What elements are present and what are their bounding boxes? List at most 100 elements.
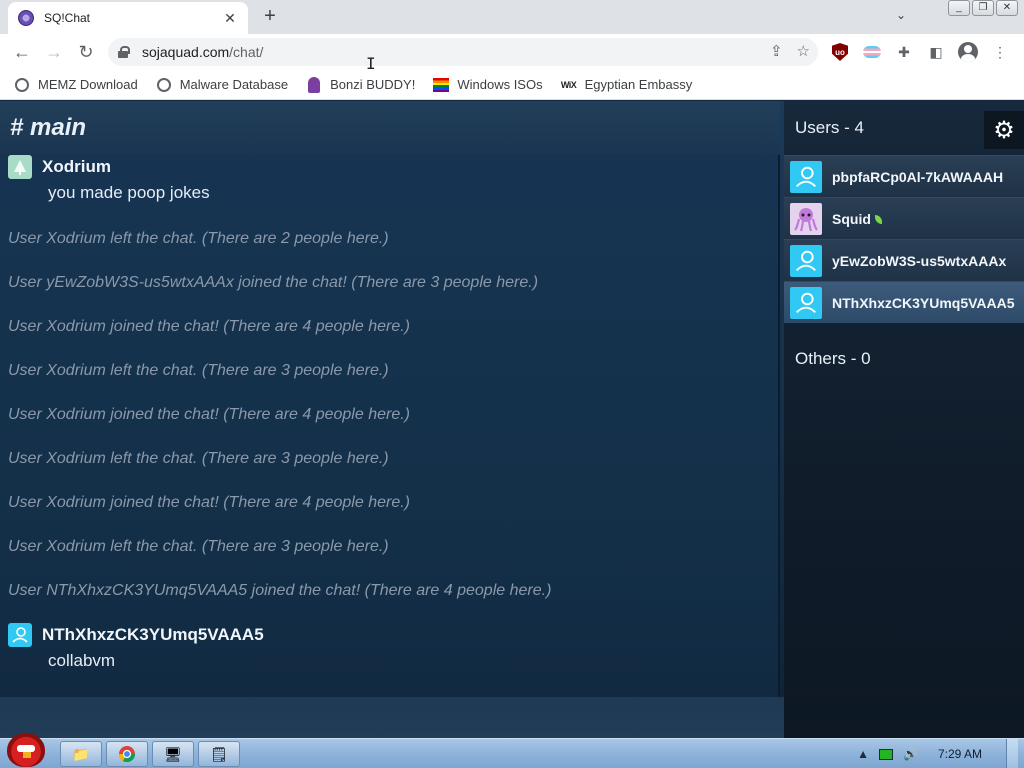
close-tab-icon[interactable]: ✕ [222,10,238,27]
wix-icon: WiX [560,79,577,90]
restore-button[interactable]: ❐ [972,0,994,16]
bookmark-bonzi-buddy[interactable]: Bonzi BUDDY! [306,76,416,93]
settings-gear-icon[interactable]: ⚙ [984,111,1024,149]
system-message: User yEwZobW3S-us5wtxAAAx joined the cha… [8,274,539,291]
volume-icon[interactable]: 🔊 [903,747,918,761]
bookmark-star-icon[interactable]: ☆ [797,42,810,60]
bonzi-icon [306,76,322,93]
show-desktop-button[interactable] [1006,739,1018,768]
lock-icon[interactable] [118,46,130,58]
trans-flag-extension-icon[interactable] [862,42,882,62]
profile-avatar [958,42,978,62]
tab-strip: SQ!Chat ✕ + ⌄ _ ❐ ✕ [0,0,1024,34]
bookmark-label: Egyptian Embassy [584,77,693,92]
clock[interactable]: 7:29 AM [938,747,982,761]
tab-search-icon[interactable]: ⌄ [896,8,906,22]
bookmark-label: Malware Database [179,77,289,92]
taskbar-chrome-button[interactable] [106,741,148,767]
window-controls: _ ❐ ✕ [948,0,1018,16]
system-tray: ▲ 🔊 7:29 AM [857,739,1024,768]
side-panel-icon[interactable]: ◧ [926,42,946,62]
message-username[interactable]: NThXhxzCK3YUmq5VAAA5 [42,625,264,645]
extensions-area: uo ✚ ◧ ⋮ [830,42,1010,62]
browser-menu-icon[interactable]: ⋮ [990,42,1010,62]
extensions-puzzle-icon[interactable]: ✚ [894,42,914,62]
notepad-icon: 🗒 [210,745,228,762]
start-button[interactable] [2,731,50,768]
user-list-item[interactable]: Squid [784,197,1024,239]
taskbar-notepad-button[interactable]: 🗒 [198,741,240,767]
network-icon[interactable] [879,748,894,760]
bookmark-windows-isos[interactable]: Windows ISOs [433,77,543,93]
system-message: User Xodrium left the chat. (There are 3… [8,362,389,379]
system-message: User Xodrium joined the chat! (There are… [8,318,410,335]
angry-bird-start-icon [7,733,45,767]
new-tab-button[interactable]: + [258,5,282,29]
default-avatar-icon [790,244,822,277]
squid-avatar-icon [790,202,822,235]
users-count-title: Users - 4 [795,118,864,137]
bookmark-label: MEMZ Download [38,77,138,92]
user-name: pbpfaRCp0Al-7kAWAAAH [832,168,1004,185]
others-count-title: Others - 0 [795,349,871,368]
chat-message: NThXhxzCK3YUmq5VAAA5 collabvm [8,623,264,671]
close-window-button[interactable]: ✕ [996,0,1018,16]
url-text[interactable]: sojaquad.com/chat/ [142,44,263,60]
address-bar[interactable]: sojaquad.com/chat/ ⇪ ☆ [108,38,818,66]
bookmark-egyptian-embassy[interactable]: WiX Egyptian Embassy [560,77,693,93]
forward-icon[interactable]: → [38,36,70,68]
sqchat-favicon-icon [18,10,34,26]
user-list-item[interactable]: pbpfaRCp0Al-7kAWAAAH [784,155,1024,197]
minimize-button[interactable]: _ [948,0,970,16]
bookmark-label: Bonzi BUDDY! [330,77,416,92]
system-message: User NThXhxzCK3YUmq5VAAA5 joined the cha… [8,582,552,599]
globe-icon [14,77,30,93]
message-text: you made poop jokes [48,183,210,202]
system-message: User Xodrium left the chat. (There are 2… [8,230,389,247]
reload-icon[interactable]: ↻ [70,36,102,68]
system-message: User Xodrium left the chat. (There are 3… [8,450,389,467]
bookmarks-bar: MEMZ Download Malware Database Bonzi BUD… [0,70,1024,100]
bookmark-label: Windows ISOs [457,77,543,92]
system-message: User Xodrium joined the chat! (There are… [8,494,410,511]
message-list[interactable]: Xodrium you made poop jokes User Xodrium… [0,155,780,697]
network-app-icon: 🖥 [164,745,182,762]
user-list-item-selected[interactable]: NThXhxzCK3YUmq5VAAA5 [784,281,1024,323]
message-text: collabvm [48,651,116,670]
browser-toolbar: ← → ↻ sojaquad.com/chat/ ⇪ ☆ uo ✚ ◧ ⋮ [0,34,1024,70]
url-path: /chat/ [229,44,264,60]
folder-icon: 📁 [72,745,90,762]
channel-header: # main [0,101,780,155]
rainbow-flag-icon [433,77,450,93]
message-input[interactable] [0,697,784,738]
chrome-icon [118,746,136,763]
taskbar-app-button[interactable]: 🖥 [152,741,194,767]
url-host: sojaquad.com [142,44,230,60]
globe-icon [156,77,172,93]
tab-title: SQ!Chat [44,11,91,25]
ublock-origin-icon[interactable]: uo [830,42,850,62]
browser-tab[interactable]: SQ!Chat ✕ [8,2,248,34]
trans-flag-icon [863,46,881,58]
message-username[interactable]: Xodrium [42,157,111,177]
ublock-badge: uo [832,43,848,61]
bookmark-malware-database[interactable]: Malware Database [156,77,288,93]
leaf-icon [874,214,882,224]
user-list-item[interactable]: yEwZobW3S-us5wtxAAAx [784,239,1024,281]
bookmark-memz[interactable]: MEMZ Download [14,77,138,93]
share-icon[interactable]: ⇪ [770,42,783,60]
profile-icon[interactable] [958,42,978,62]
default-avatar-icon [790,286,822,319]
default-avatar-icon[interactable] [8,623,32,647]
taskbar: 📁 🖥 🗒 ▲ 🔊 7:29 AM [0,733,1024,768]
user-name: yEwZobW3S-us5wtxAAAx [832,252,1007,269]
chat-message: Xodrium you made poop jokes [8,155,210,203]
back-icon[interactable]: ← [6,36,38,68]
tree-avatar-icon[interactable] [8,155,32,179]
user-sidebar: Users - 4 ⚙ pbpfaRCp0Al-7kAWAAAH Squid y… [784,101,1024,738]
user-name: NThXhxzCK3YUmq5VAAA5 [832,294,1015,311]
user-name: Squid [832,211,882,227]
taskbar-explorer-button[interactable]: 📁 [60,741,102,767]
tray-expand-icon[interactable]: ▲ [857,747,869,761]
channel-name: # main [10,114,87,141]
